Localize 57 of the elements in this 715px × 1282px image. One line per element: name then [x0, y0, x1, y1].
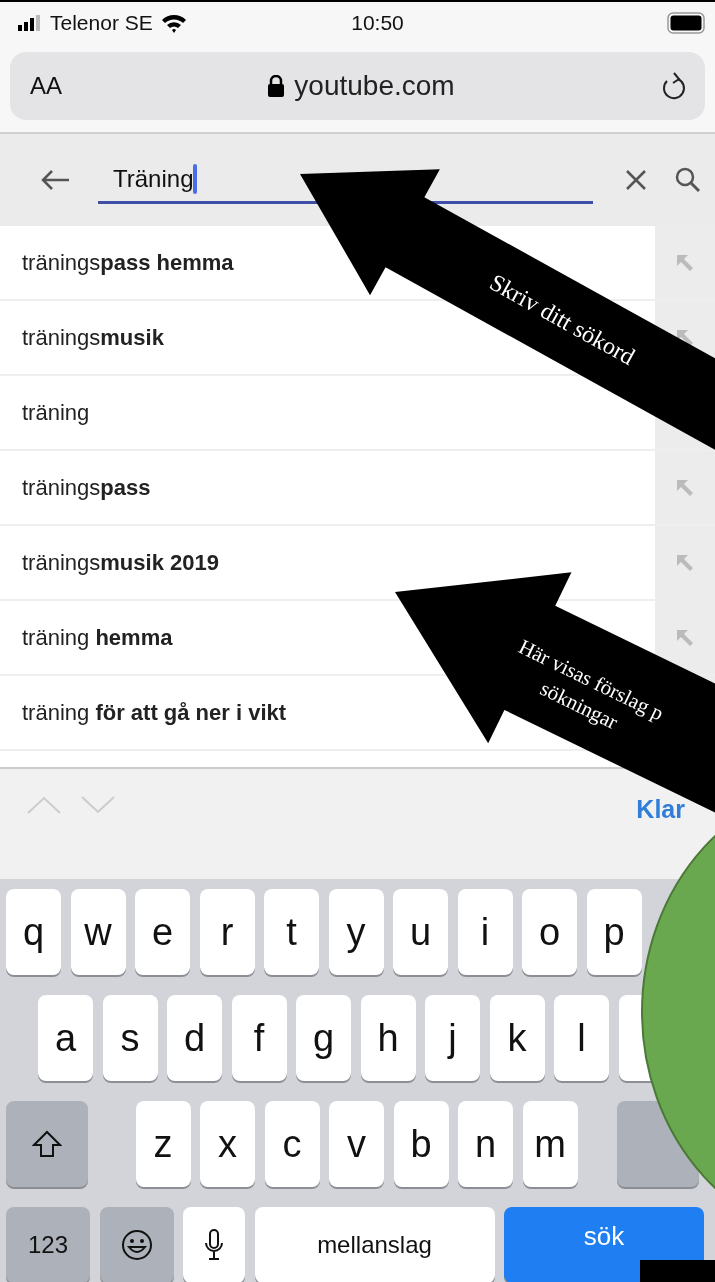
back-arrow-icon[interactable] [40, 169, 70, 191]
battery-icon [667, 12, 707, 34]
keyboard-key[interactable]: k [489, 995, 545, 1081]
keyboard-key[interactable]: a [38, 995, 93, 1081]
search-key[interactable]: sök [504, 1207, 704, 1282]
carrier-name: Telenor SE [50, 11, 153, 35]
keyboard-key[interactable]: n [458, 1101, 513, 1187]
reload-icon[interactable] [661, 71, 687, 101]
keyboard-key[interactable]: j [425, 995, 480, 1081]
keyboard-key[interactable]: g [296, 995, 351, 1081]
keyboard-key[interactable]: e [135, 889, 190, 975]
keyboard-key[interactable]: d [167, 995, 222, 1081]
keyboard-key[interactable]: s [102, 995, 158, 1081]
suggestion-item[interactable]: träningspass [22, 474, 151, 501]
microphone-key[interactable] [183, 1207, 245, 1282]
signal-icon [18, 15, 42, 31]
keyboard-key[interactable]: m [522, 1101, 578, 1187]
emoji-key[interactable] [99, 1207, 174, 1282]
suggestion-item[interactable]: träningsmusik [22, 324, 164, 351]
numbers-key[interactable]: 123 [6, 1207, 90, 1282]
shift-icon [32, 1130, 62, 1158]
wifi-icon [160, 13, 187, 33]
keyboard-key[interactable]: y [328, 889, 384, 975]
shift-key[interactable] [6, 1101, 88, 1187]
suggestion-item[interactable]: träningspass hemma [22, 249, 234, 276]
suggestion-item[interactable]: träning hemma [22, 624, 173, 651]
keyboard-key[interactable]: v [329, 1101, 384, 1187]
keyboard-key[interactable]: w [70, 889, 126, 975]
keyboard-key[interactable]: t [264, 889, 319, 975]
url-text: youtube.com [294, 70, 455, 102]
keyboard-key[interactable]: p [586, 889, 642, 975]
lock-icon [268, 75, 285, 97]
address-bar[interactable]: AA youtube.com [10, 52, 705, 120]
keyboard-key[interactable]: q [6, 889, 61, 975]
keyboard-key[interactable]: z [135, 1101, 191, 1187]
keyboard-key[interactable]: f [231, 995, 287, 1081]
suggestion-item[interactable]: träningsmusik 2019 [22, 549, 219, 576]
fill-arrow-icon[interactable] [675, 327, 695, 348]
smiley-icon [120, 1229, 153, 1261]
suggestion-item[interactable]: träning [22, 399, 90, 426]
keyboard-key[interactable]: b [393, 1101, 449, 1187]
keyboard-key[interactable]: l [554, 995, 609, 1081]
keyboard-key[interactable]: r [199, 889, 255, 975]
keyboard-key[interactable]: c [264, 1101, 320, 1187]
clock-time: 10:50 [351, 11, 404, 35]
text-size-button[interactable]: AA [30, 72, 62, 100]
search-icon[interactable] [675, 167, 701, 193]
close-icon[interactable] [625, 169, 647, 191]
space-key[interactable]: mellanslag [254, 1207, 495, 1282]
keyboard-key[interactable]: x [200, 1101, 255, 1187]
suggestion-item[interactable]: träning för att gå ner i vikt [22, 699, 287, 726]
done-button[interactable]: Klar [636, 795, 685, 824]
keyboard-key[interactable]: i [457, 889, 513, 975]
microphone-icon [205, 1229, 223, 1261]
keyboard-key[interactable]: o [522, 889, 577, 975]
keyboard-key[interactable]: u [393, 889, 448, 975]
keyboard-key[interactable]: h [360, 995, 416, 1081]
